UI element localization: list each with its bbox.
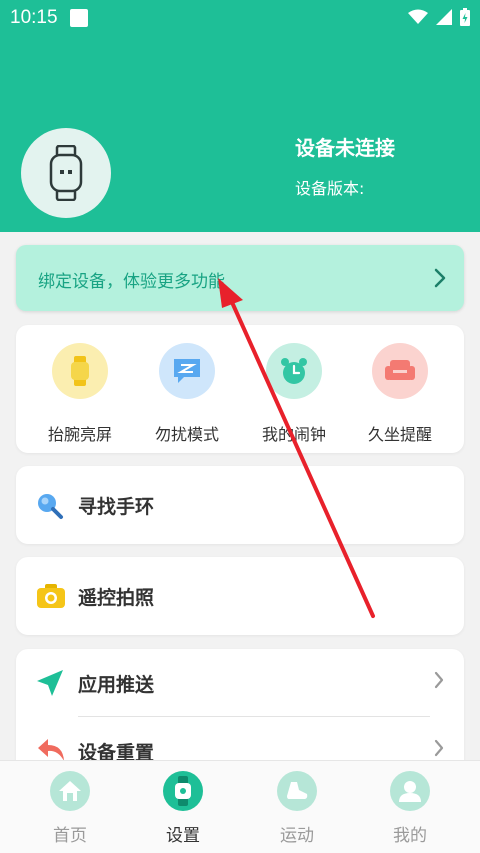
remote-camera-label: 遥控拍照: [78, 587, 155, 609]
find-band-label: 寻找手环: [78, 496, 155, 518]
status-bar: 10:15: [0, 0, 480, 36]
smartwatch-icon: [49, 145, 83, 201]
signal-icon: [436, 9, 452, 25]
watch-icon: [71, 356, 89, 386]
quick-actions-card: 抬腕亮屏 勿扰模式 我的闹钟 久坐提醒: [16, 325, 464, 453]
chevron-right-icon: [434, 671, 444, 689]
quick-action-do-not-disturb[interactable]: 勿扰模式: [137, 343, 237, 445]
tab-settings[interactable]: 设置: [123, 771, 243, 846]
sofa-icon: [385, 360, 415, 380]
message-icon: [174, 359, 200, 383]
search-icon: [38, 494, 63, 519]
quick-action-my-alarm[interactable]: 我的闹钟: [244, 343, 344, 445]
remote-camera-item[interactable]: 遥控拍照: [16, 557, 464, 635]
battery-icon: [460, 8, 470, 26]
chevron-right-icon: [434, 268, 446, 288]
tab-mine[interactable]: 我的: [350, 771, 470, 846]
header: 10:15 设备未连接 设备版本:: [0, 0, 480, 232]
device-status: 设备未连接: [295, 136, 395, 160]
quick-action-label: 我的闹钟: [261, 425, 326, 444]
chevron-right-icon: [434, 739, 444, 757]
user-icon: [399, 781, 421, 802]
bottom-tab-bar: 首页 设置 运动 我的: [0, 760, 480, 853]
bind-device-banner[interactable]: 绑定设备，体验更多功能: [16, 245, 464, 311]
bind-device-label: 绑定设备，体验更多功能: [38, 272, 225, 292]
quick-action-sedentary-reminder[interactable]: 久坐提醒: [350, 343, 450, 445]
quick-action-raise-wrist[interactable]: 抬腕亮屏: [30, 343, 130, 445]
home-icon: [59, 781, 81, 801]
find-band-item[interactable]: 寻找手环: [16, 466, 464, 544]
device-avatar[interactable]: [21, 128, 111, 218]
send-icon: [37, 670, 63, 696]
tab-sports[interactable]: 运动: [237, 771, 357, 846]
tab-label: 运动: [280, 826, 314, 846]
quick-action-label: 抬腕亮屏: [47, 425, 112, 444]
tab-label: 我的: [393, 826, 427, 846]
wifi-icon: [408, 9, 428, 24]
quick-action-label: 勿扰模式: [154, 425, 219, 444]
tab-label: 首页: [53, 826, 87, 846]
camera-icon: [37, 584, 65, 608]
status-time: 10:15: [10, 7, 58, 28]
tab-label: 设置: [166, 826, 200, 846]
tab-home[interactable]: 首页: [10, 771, 130, 846]
device-version-label: 设备版本:: [295, 179, 365, 198]
quick-action-label: 久坐提醒: [367, 425, 432, 444]
shoe-icon: [287, 782, 308, 799]
alarm-clock-icon: [281, 358, 307, 384]
app-push-label: 应用推送: [78, 674, 155, 696]
watch-icon: [175, 776, 191, 806]
notification-icon: [70, 9, 88, 27]
app-push-item[interactable]: 应用推送: [16, 649, 464, 715]
